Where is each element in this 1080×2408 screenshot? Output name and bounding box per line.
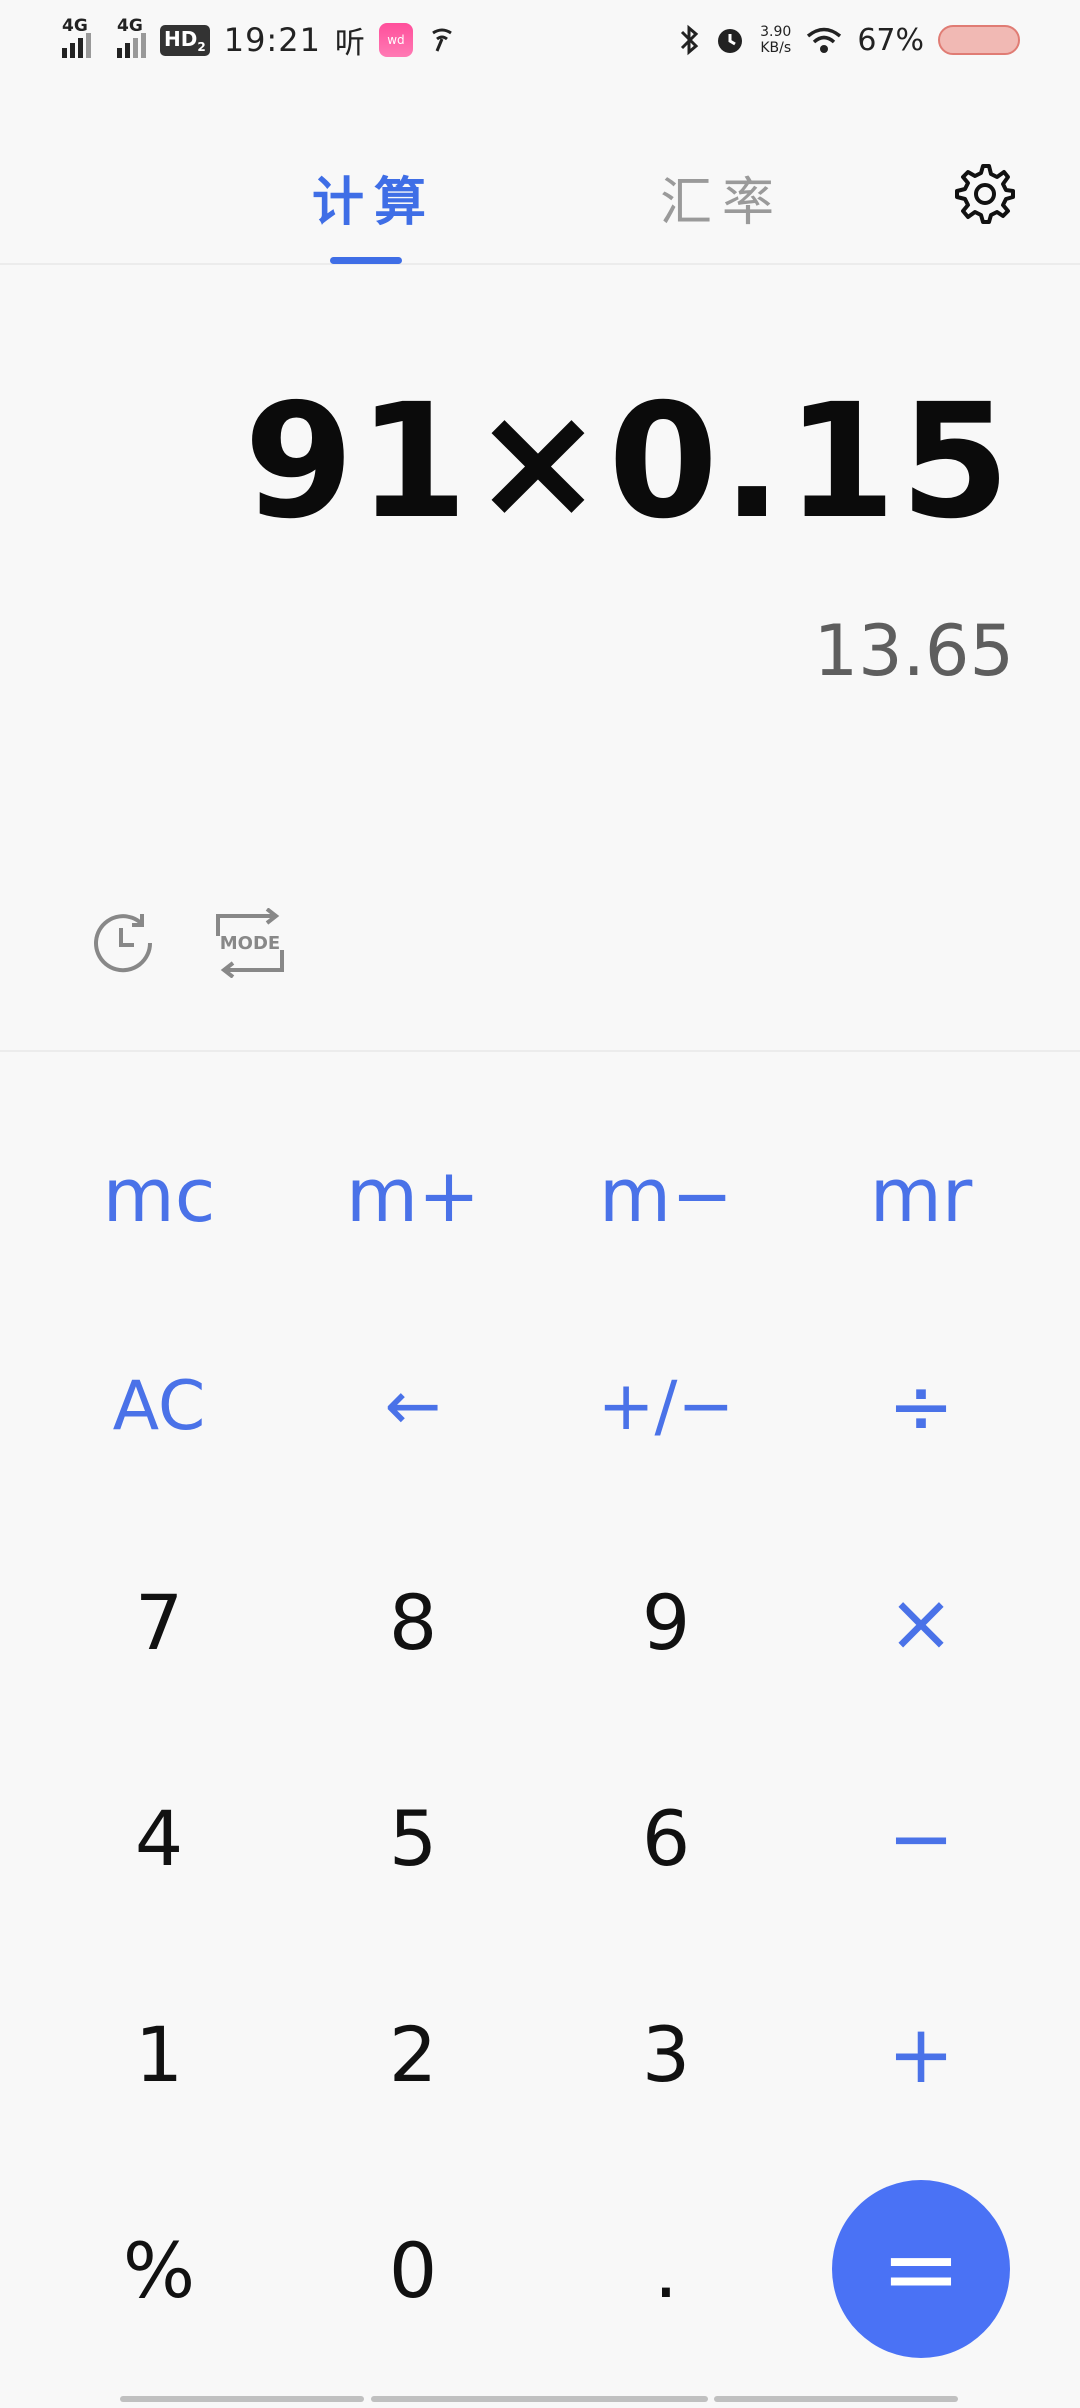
memory-subtract-button[interactable]: m− [566, 1136, 766, 1256]
digit-5-button[interactable]: 5 [313, 1778, 513, 1898]
digit-6-button[interactable]: 6 [566, 1778, 766, 1898]
status-left: 4G 4G HD2 19:21 听 wd [62, 16, 457, 62]
digit-4-button[interactable]: 4 [59, 1778, 259, 1898]
signal-icon-sim2: 4G [117, 16, 146, 58]
hd-voice-badge: HD2 [160, 24, 210, 56]
nav-gesture-bar-right [714, 2396, 958, 2402]
history-clock-icon[interactable] [88, 908, 158, 978]
all-clear-button[interactable]: AC [59, 1346, 259, 1466]
settings-gear-icon[interactable] [950, 160, 1016, 226]
active-tab-indicator [330, 257, 402, 264]
backspace-button[interactable]: ← [313, 1346, 513, 1466]
digit-8-button[interactable]: 8 [313, 1562, 513, 1682]
mode-label: MODE [220, 933, 280, 954]
equals-button[interactable]: = [832, 2180, 1010, 2358]
tab-exchange-rate[interactable]: 汇率 [660, 160, 784, 235]
status-right: 3.90 KB/s 67% [678, 23, 1020, 58]
memory-add-button[interactable]: m+ [313, 1136, 513, 1256]
subtract-button[interactable]: − [821, 1778, 1021, 1898]
memory-recall-button[interactable]: mr [821, 1136, 1021, 1256]
decimal-point-button[interactable]: . [566, 2210, 766, 2330]
wifi-icon [807, 27, 842, 53]
add-button[interactable]: + [821, 1994, 1021, 2114]
keypad-divider [0, 1050, 1080, 1052]
alarm-icon [718, 29, 743, 53]
nav-gesture-bar-center [371, 2396, 708, 2402]
result-display: 13.65 [813, 610, 1014, 692]
battery-icon [938, 25, 1020, 55]
signal-icon-sim1: 4G [62, 16, 91, 58]
status-bar: 4G 4G HD2 19:21 听 wd 3.90 KB/s 67% [0, 0, 1080, 80]
digit-0-button[interactable]: 0 [313, 2210, 513, 2330]
digit-1-button[interactable]: 1 [59, 1994, 259, 2114]
mode-switch-icon[interactable]: MODE [212, 908, 288, 978]
multiply-button[interactable]: × [821, 1562, 1021, 1682]
divide-button[interactable]: ÷ [821, 1346, 1021, 1466]
network-speed: 3.90 KB/s [760, 24, 792, 56]
digit-7-button[interactable]: 7 [59, 1562, 259, 1682]
listen-indicator: 听 [334, 26, 365, 61]
expression-display: 91×0.15 [243, 370, 1014, 554]
digit-9-button[interactable]: 9 [566, 1562, 766, 1682]
digit-3-button[interactable]: 3 [566, 1994, 766, 2114]
battery-percent: 67% [857, 22, 924, 58]
status-time: 19:21 [223, 21, 321, 59]
nav-gesture-bar-left [120, 2396, 364, 2402]
sign-toggle-button[interactable]: +/− [566, 1346, 766, 1466]
percent-button[interactable]: % [59, 2210, 259, 2330]
digit-2-button[interactable]: 2 [313, 1994, 513, 2114]
app-notification-icon: wd [378, 23, 413, 57]
memory-clear-button[interactable]: mc [59, 1136, 259, 1256]
bluetooth-icon [681, 24, 699, 56]
tab-header: 计算 汇率 [0, 120, 1080, 265]
telecom-icon [432, 28, 452, 52]
tab-calculator[interactable]: 计算 [312, 160, 436, 235]
